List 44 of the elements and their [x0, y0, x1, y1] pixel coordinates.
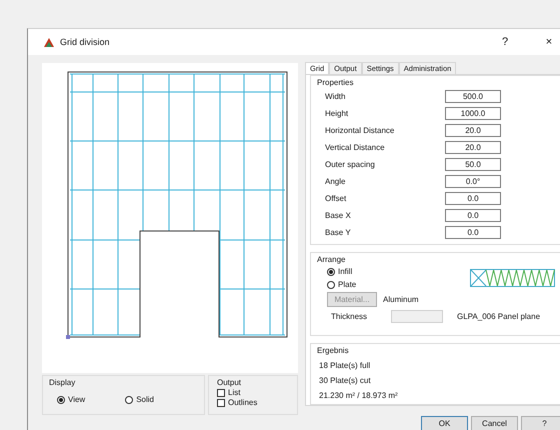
group-title: Properties	[317, 78, 354, 87]
result-text: 21.230 m² / 18.973 m²	[318, 391, 399, 400]
input-field[interactable]	[391, 310, 443, 323]
dialog-button[interactable]: OK	[421, 416, 468, 430]
group-title: Ergebnis	[317, 346, 349, 355]
window-title: Grid division	[60, 37, 111, 47]
result-text: 30 Plate(s) cut	[318, 376, 372, 385]
input-field[interactable]: 20.0	[445, 124, 501, 137]
group-title: Arrange	[317, 255, 346, 264]
input-field[interactable]: 0.0	[445, 209, 501, 222]
result-text: 18 Plate(s) full	[318, 361, 372, 370]
group-title: Output	[217, 378, 242, 387]
checkbox-option[interactable]: Outlines	[217, 398, 289, 407]
app-icon	[44, 38, 54, 46]
input-field[interactable]: 0.0	[445, 192, 501, 205]
material-name: Aluminum	[383, 295, 419, 304]
field-label: Base Y	[325, 228, 352, 237]
dialog-button[interactable]: ?	[521, 416, 560, 430]
radio-option[interactable]: Solid	[125, 395, 154, 404]
group-title: Display	[49, 378, 76, 387]
input-field[interactable]: 50.0	[445, 158, 501, 171]
input-field[interactable]: 0.0°	[445, 175, 501, 188]
field-label: Outer spacing	[325, 160, 376, 169]
checkbox-option[interactable]: List	[217, 388, 289, 397]
panel-name: GLPA_006 Panel plane	[457, 312, 540, 321]
dialog-button[interactable]: Cancel	[471, 416, 518, 430]
field-label: Horizontal Distance	[325, 126, 396, 135]
field-label: Offset	[325, 194, 348, 203]
field-label: Thickness	[331, 312, 368, 321]
radio-option[interactable]: Infill	[327, 267, 470, 276]
field-label: Vertical Distance	[325, 143, 386, 152]
radio-option[interactable]: Plate	[327, 280, 470, 289]
help-button[interactable]: ?	[486, 36, 524, 48]
infill-pattern-icon	[470, 268, 556, 288]
field-label: Width	[325, 92, 346, 101]
close-button[interactable]: ×	[530, 36, 560, 48]
input-field[interactable]: 1000.0	[445, 107, 501, 120]
field-label: Angle	[325, 177, 346, 186]
field-label: Height	[325, 109, 350, 118]
input-field[interactable]: 20.0	[445, 141, 501, 154]
input-field[interactable]: 0.0	[445, 226, 501, 239]
input-field[interactable]: 500.0	[445, 90, 501, 103]
field-label: Base X	[325, 211, 352, 220]
radio-option[interactable]: View	[57, 395, 86, 404]
